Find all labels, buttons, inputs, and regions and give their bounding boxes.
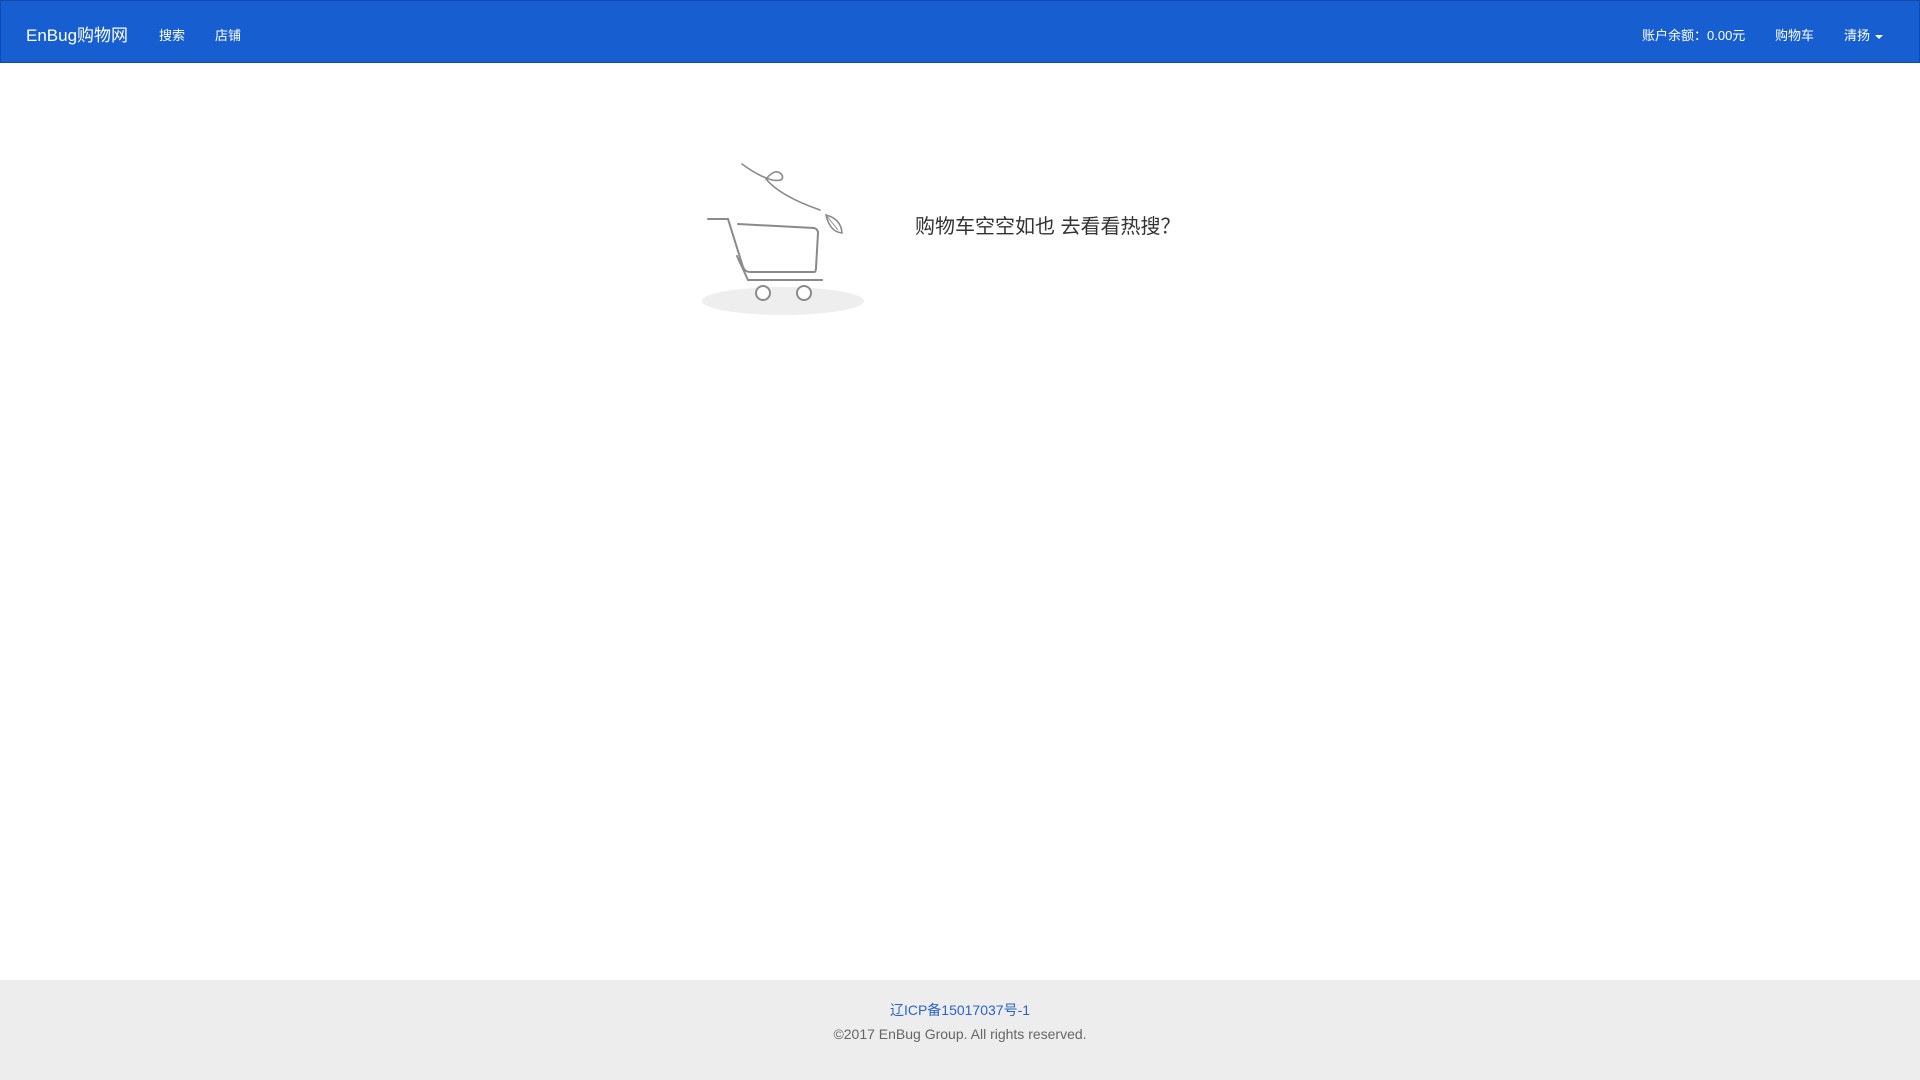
nav-cart-link[interactable]: 购物车 xyxy=(1775,25,1814,44)
brand-link[interactable]: EnBug购物网 xyxy=(26,21,128,46)
icp-link[interactable]: 辽ICP备15017037号-1 xyxy=(0,1000,1920,1020)
user-name: 清扬 xyxy=(1844,28,1871,43)
copyright-text: ©2017 EnBug Group. All rights reserved. xyxy=(833,1026,1087,1042)
empty-cart-illustration xyxy=(700,160,865,320)
page: EnBug购物网 搜索 店铺 账户余额：0.00元 购物车 清扬 购物车空空如也… xyxy=(0,0,1920,1080)
footer: 辽ICP备15017037号-1 ©2017 EnBug Group. All … xyxy=(0,980,1920,1080)
empty-cart-message-link[interactable]: 购物车空空如也 去看看热搜？ xyxy=(915,210,1181,239)
nav-search-link[interactable]: 搜索 xyxy=(159,25,185,44)
nav-shops-link[interactable]: 店铺 xyxy=(215,25,241,44)
top-navbar: EnBug购物网 搜索 店铺 账户余额：0.00元 购物车 清扬 xyxy=(0,0,1920,63)
caret-down-icon xyxy=(1875,34,1884,39)
user-menu-dropdown[interactable]: 清扬 xyxy=(1844,25,1884,44)
empty-cart-icon xyxy=(702,163,864,315)
account-balance-link[interactable]: 账户余额：0.00元 xyxy=(1642,25,1745,44)
